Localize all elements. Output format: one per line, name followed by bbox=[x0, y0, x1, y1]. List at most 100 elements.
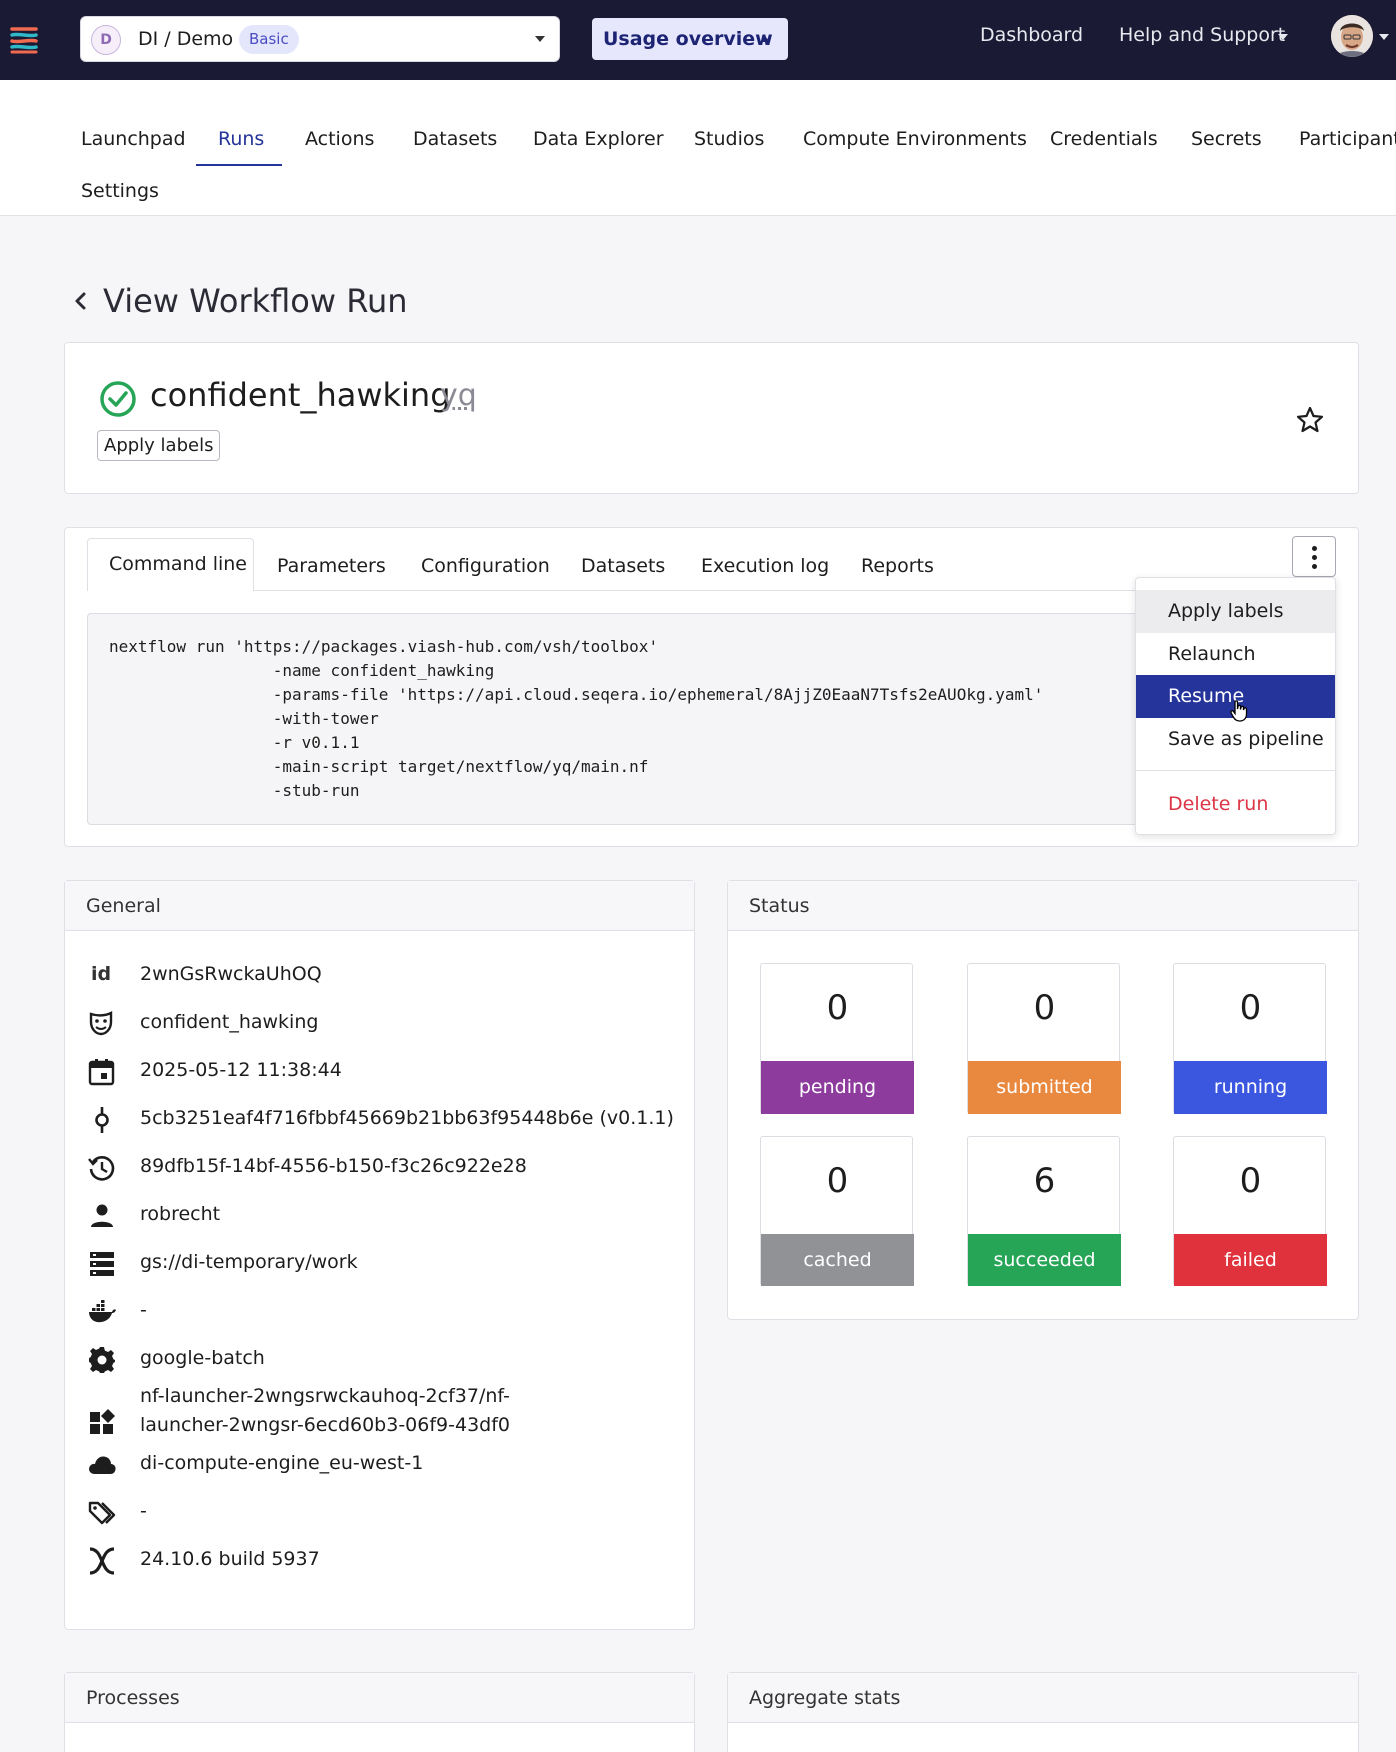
tab-secrets[interactable]: Secrets bbox=[1191, 128, 1262, 150]
commit-icon bbox=[95, 1107, 109, 1133]
labels-value: - bbox=[140, 1500, 147, 1522]
dashboard-link[interactable]: Dashboard bbox=[980, 24, 1083, 46]
general-header: General bbox=[65, 881, 694, 931]
seqera-logo-icon[interactable] bbox=[6, 21, 42, 57]
user-avatar[interactable] bbox=[1331, 15, 1373, 57]
aggregate-stats-header: Aggregate stats bbox=[728, 1673, 1358, 1723]
pending-count: 0 bbox=[826, 988, 849, 1028]
status-tile-running: 0 running bbox=[1173, 963, 1327, 1114]
code-line: nextflow run 'https://packages.viash-hub… bbox=[109, 637, 659, 656]
history-icon bbox=[88, 1156, 115, 1181]
menu-item-delete-run[interactable]: Delete run bbox=[1136, 783, 1335, 826]
hand-pointer-icon bbox=[1230, 700, 1248, 722]
tab-credentials[interactable]: Credentials bbox=[1050, 128, 1158, 150]
kebab-dot bbox=[1312, 564, 1317, 569]
status-tile-failed: 0 failed bbox=[1173, 1136, 1327, 1286]
status-tile-pending: 0 pending bbox=[760, 963, 914, 1114]
tab-command-line[interactable]: Command line bbox=[87, 538, 254, 591]
page-title: View Workflow Run bbox=[103, 282, 408, 320]
cloud-icon bbox=[89, 1456, 116, 1474]
chevron-down-icon bbox=[1379, 34, 1389, 40]
tab-studios[interactable]: Studios bbox=[694, 128, 764, 150]
tab-datasets[interactable]: Datasets bbox=[581, 542, 665, 590]
code-line: -r v0.1.1 bbox=[109, 733, 360, 752]
tab-reports[interactable]: Reports bbox=[861, 542, 934, 590]
tab-settings[interactable]: Settings bbox=[81, 180, 159, 202]
id-label: id bbox=[91, 963, 112, 985]
nextflow-version: 24.10.6 build 5937 bbox=[140, 1548, 320, 1570]
processes-card: Processes bbox=[64, 1672, 695, 1752]
chevron-left-icon[interactable] bbox=[72, 291, 90, 311]
usage-overview-button[interactable]: Usage overview bbox=[592, 18, 788, 60]
user-name: robrecht bbox=[140, 1203, 221, 1225]
chevron-up-icon bbox=[760, 36, 770, 42]
run-name: confident_hawking bbox=[150, 376, 451, 414]
tab-execution-log[interactable]: Execution log bbox=[701, 542, 829, 590]
tab-configuration[interactable]: Configuration bbox=[421, 542, 550, 590]
tab-data-explorer[interactable]: Data Explorer bbox=[533, 128, 664, 150]
org-name: DI / Demo bbox=[138, 28, 234, 50]
tab-parameters[interactable]: Parameters bbox=[277, 542, 386, 590]
job-id-line2: launcher-2wngsr-6ecd60b3-06f9-43df0 bbox=[140, 1414, 511, 1436]
calendar-icon bbox=[88, 1059, 115, 1086]
star-icon[interactable] bbox=[1295, 405, 1325, 435]
org-avatar: D bbox=[91, 25, 121, 55]
submitted-label: submitted bbox=[968, 1061, 1121, 1114]
help-support-menu[interactable]: Help and Support bbox=[1119, 24, 1285, 46]
chevron-down-icon bbox=[535, 36, 545, 42]
pending-label: pending bbox=[761, 1061, 914, 1114]
kebab-dot bbox=[1312, 546, 1317, 551]
compute-env-value: di-compute-engine_eu-west-1 bbox=[140, 1452, 424, 1474]
failed-label: failed bbox=[1174, 1234, 1327, 1286]
chevron-down-icon bbox=[1278, 34, 1288, 40]
code-line: -params-file 'https://api.cloud.seqera.i… bbox=[109, 685, 1044, 704]
code-line: -name confident_hawking bbox=[109, 661, 495, 680]
cached-count: 0 bbox=[826, 1161, 849, 1201]
storage-icon bbox=[90, 1252, 114, 1276]
code-line: -main-script target/nextflow/yq/main.nf bbox=[109, 757, 649, 776]
menu-item-relaunch[interactable]: Relaunch bbox=[1136, 633, 1335, 676]
failed-count: 0 bbox=[1239, 1161, 1262, 1201]
tab-actions[interactable]: Actions bbox=[305, 128, 374, 150]
tab-participants[interactable]: Participants bbox=[1299, 128, 1396, 150]
run-name-value: confident_hawking bbox=[140, 1011, 319, 1033]
running-count: 0 bbox=[1239, 988, 1262, 1028]
menu-item-apply-labels[interactable]: Apply labels bbox=[1136, 590, 1335, 633]
status-tile-submitted: 0 submitted bbox=[967, 963, 1121, 1114]
run-id: 2wnGsRwckaUhOQ bbox=[140, 963, 322, 985]
status-header: Status bbox=[728, 881, 1358, 931]
run-header-card bbox=[64, 342, 1359, 494]
docker-icon bbox=[89, 1300, 116, 1323]
apply-labels-button[interactable]: Apply labels bbox=[97, 430, 221, 461]
cached-label: cached bbox=[761, 1234, 914, 1286]
tab-runs[interactable]: Runs bbox=[218, 128, 264, 150]
top-navbar: D DI / Demo Basic Usage overview Dashboa… bbox=[0, 0, 1396, 80]
work-directory: gs://di-temporary/work bbox=[140, 1251, 358, 1273]
succeeded-label: succeeded bbox=[968, 1234, 1121, 1286]
revision-value: 5cb3251eaf4f716fbbf45669b21bb63f95448b6e… bbox=[140, 1107, 674, 1129]
kebab-dot bbox=[1312, 555, 1317, 560]
usage-overview-label: Usage overview bbox=[603, 28, 773, 50]
more-actions-button[interactable] bbox=[1292, 536, 1336, 577]
code-line: -with-tower bbox=[109, 709, 379, 728]
tab-datasets[interactable]: Datasets bbox=[413, 128, 497, 150]
aggregate-stats-card: Aggregate stats bbox=[727, 1672, 1359, 1752]
user-photo-icon bbox=[1331, 15, 1373, 57]
nextflow-icon bbox=[89, 1547, 115, 1575]
code-line: -stub-run bbox=[109, 781, 360, 800]
tab-compute-environments[interactable]: Compute Environments bbox=[803, 128, 1027, 150]
active-tab-indicator bbox=[196, 164, 282, 166]
workspace-tabs: Launchpad Runs Actions Datasets Data Exp… bbox=[0, 80, 1396, 216]
job-id-line1: nf-launcher-2wngsrwckauhoq-2cf37/nf- bbox=[140, 1385, 510, 1407]
plan-badge: Basic bbox=[239, 25, 299, 54]
organization-selector[interactable]: D DI / Demo Basic bbox=[80, 16, 560, 62]
menu-divider bbox=[1136, 770, 1335, 771]
running-label: running bbox=[1174, 1061, 1327, 1114]
menu-item-save-as-pipeline[interactable]: Save as pipeline bbox=[1136, 718, 1335, 761]
check-circle-icon bbox=[100, 381, 136, 417]
executor-value: google-batch bbox=[140, 1347, 265, 1369]
status-tile-cached: 0 cached bbox=[760, 1136, 914, 1286]
succeeded-count: 6 bbox=[1033, 1161, 1056, 1201]
pipeline-link[interactable]: yq bbox=[440, 378, 477, 413]
tab-launchpad[interactable]: Launchpad bbox=[81, 128, 186, 150]
